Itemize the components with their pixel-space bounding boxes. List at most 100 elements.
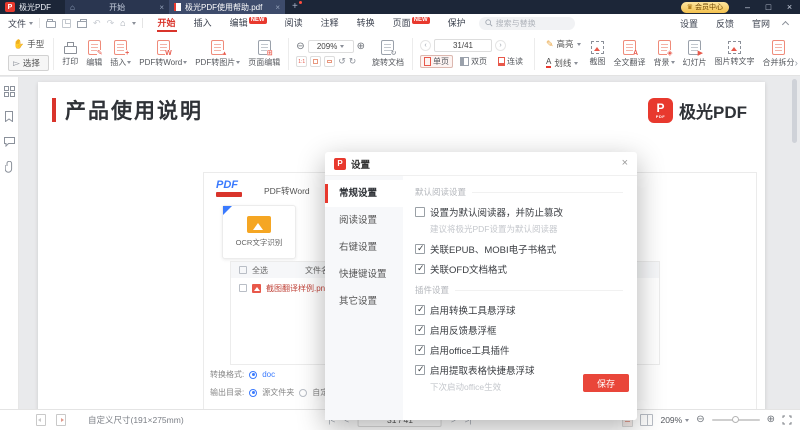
- checkbox-row[interactable]: 启用office工具插件: [415, 343, 623, 357]
- zoom-level-select[interactable]: 209%: [308, 40, 354, 53]
- checkbox-checked-icon[interactable]: [415, 365, 425, 375]
- menu-tab-edit[interactable]: 编辑NEW: [221, 14, 276, 32]
- checkbox-row[interactable]: 关联OFD文档格式: [415, 262, 623, 276]
- background-button[interactable]: ◈背景: [650, 40, 679, 68]
- menu-tab-protect[interactable]: 保护: [439, 14, 475, 32]
- save-icon[interactable]: [62, 19, 71, 28]
- dialog-nav-general[interactable]: 常规设置: [325, 180, 403, 207]
- view-mode-single[interactable]: 单页: [420, 55, 453, 68]
- next-page-icon[interactable]: ›: [495, 40, 506, 51]
- underline-button[interactable]: A划线: [541, 55, 586, 71]
- search-input[interactable]: 搜索与替换: [479, 17, 575, 30]
- prev-view-icon[interactable]: [36, 414, 46, 426]
- next-view-icon[interactable]: [56, 414, 66, 426]
- zoom-slider-thumb[interactable]: [732, 416, 739, 423]
- rotate-left-icon[interactable]: ↺: [338, 56, 346, 67]
- image-to-text-button[interactable]: 图片转文字: [711, 40, 759, 67]
- checkbox-checked-icon[interactable]: [415, 345, 425, 355]
- close-button[interactable]: ×: [779, 0, 800, 14]
- redo-icon[interactable]: ↷: [107, 18, 115, 29]
- tab-document[interactable]: 极光PDF使用帮助.pdf ×: [169, 0, 285, 14]
- checkbox-unchecked-icon[interactable]: [415, 207, 425, 217]
- tab-close-icon[interactable]: ×: [275, 3, 280, 12]
- maximize-button[interactable]: □: [758, 0, 779, 14]
- highlight-button[interactable]: ✎高亮: [541, 36, 586, 52]
- home-icon[interactable]: ⌂: [120, 18, 125, 28]
- menu-tab-convert[interactable]: 转换: [348, 14, 384, 32]
- page-edit-button[interactable]: ⊞页面编辑: [244, 40, 284, 68]
- view-mode-continuous[interactable]: 连读: [494, 55, 527, 68]
- attachment-icon[interactable]: [5, 161, 14, 173]
- select-tool-button[interactable]: ▻选择: [8, 55, 49, 71]
- tab-close-icon[interactable]: ×: [159, 3, 164, 12]
- zoom-slider[interactable]: [712, 419, 760, 421]
- pdf-to-word-button[interactable]: WPDF转Word: [135, 40, 191, 68]
- checkbox-checked-icon[interactable]: [415, 264, 425, 274]
- settings-menu-button[interactable]: 设置: [671, 17, 707, 30]
- menu-tab-page[interactable]: 页面NEW: [384, 14, 439, 32]
- converter-logo-sub: [216, 192, 242, 197]
- pdf-to-image-button[interactable]: ▴PDF转图片: [191, 40, 244, 68]
- bookmarks-icon[interactable]: [4, 111, 14, 122]
- edit-button[interactable]: ✎编辑: [82, 40, 106, 68]
- translate-button[interactable]: A全文翻译: [610, 40, 650, 68]
- minimize-button[interactable]: –: [737, 0, 758, 14]
- dialog-nav-reading[interactable]: 阅读设置: [325, 207, 403, 234]
- fullscreen-icon[interactable]: [782, 415, 792, 425]
- save-button[interactable]: 保存: [583, 374, 629, 392]
- checkbox-checked-icon[interactable]: [415, 305, 425, 315]
- open-file-icon[interactable]: [46, 21, 56, 28]
- menu-tab-insert[interactable]: 插入: [185, 14, 221, 32]
- print-icon[interactable]: [77, 21, 87, 28]
- vip-center-button[interactable]: ♛ 会员中心: [681, 2, 729, 13]
- website-menu-button[interactable]: 官网: [743, 17, 779, 30]
- dialog-close-icon[interactable]: ×: [622, 158, 628, 169]
- zoom-out-icon[interactable]: ⊖: [696, 415, 704, 425]
- hand-icon: ✋: [13, 39, 24, 50]
- vertical-scrollbar[interactable]: [792, 79, 797, 143]
- file-menu[interactable]: 文件: [8, 17, 33, 30]
- screenshot-button[interactable]: 截图: [586, 40, 610, 67]
- zoom-out-icon[interactable]: ⊖: [296, 42, 304, 52]
- dialog-nav-shortcuts[interactable]: 快捷键设置: [325, 261, 403, 288]
- feedback-menu-button[interactable]: 反馈: [707, 17, 743, 30]
- fit-page-button[interactable]: [310, 56, 321, 67]
- checkbox-checked-icon[interactable]: [415, 244, 425, 254]
- menu-tab-annotate[interactable]: 注释: [312, 14, 348, 32]
- checkbox-row[interactable]: 启用转换工具悬浮球: [415, 303, 623, 317]
- thumbnails-icon[interactable]: [4, 86, 15, 97]
- collapse-ribbon-icon[interactable]: [782, 20, 789, 27]
- checkbox-row[interactable]: 启用反馈悬浮框: [415, 323, 623, 337]
- hand-tool-button[interactable]: ✋手型: [8, 36, 49, 52]
- zoom-in-icon[interactable]: ⊕: [767, 415, 775, 425]
- print-button[interactable]: 打印: [58, 40, 82, 67]
- rotate-document-button[interactable]: ↻旋转文档: [368, 40, 408, 68]
- fit-width-button[interactable]: [324, 56, 335, 67]
- menu-tab-read[interactable]: 阅读: [276, 14, 312, 32]
- tab-home[interactable]: ⌂ 开始 ×: [65, 0, 169, 14]
- insert-button[interactable]: +插入: [106, 40, 135, 68]
- view-mode-double[interactable]: 双页: [456, 55, 491, 68]
- dialog-nav-other[interactable]: 其它设置: [325, 288, 403, 315]
- page-number-input[interactable]: 31/41: [434, 39, 492, 52]
- caret-down-icon[interactable]: [132, 22, 136, 25]
- new-tab-button[interactable]: +: [292, 2, 298, 12]
- checkbox-row[interactable]: 关联EPUB、MOBI电子书格式: [415, 242, 623, 256]
- checkbox-row[interactable]: 设置为默认阅读器，并防止篡改: [415, 205, 623, 219]
- rotate-right-icon[interactable]: ↻: [349, 56, 357, 67]
- highlighter-icon: ✎: [546, 39, 554, 50]
- undo-icon[interactable]: ↶: [93, 18, 101, 29]
- dialog-nav-rightclick[interactable]: 右键设置: [325, 234, 403, 261]
- actual-size-button[interactable]: 1:1: [296, 56, 307, 67]
- previous-page-icon[interactable]: ‹: [420, 40, 431, 51]
- comments-icon[interactable]: [4, 136, 15, 147]
- checkbox-checked-icon[interactable]: [415, 325, 425, 335]
- menu-tab-start[interactable]: 开始: [149, 14, 185, 32]
- book-view-icon[interactable]: [640, 414, 653, 426]
- cursor-icon: ▻: [13, 58, 20, 69]
- merge-split-button[interactable]: 合并拆分: [759, 40, 799, 68]
- slideshow-button[interactable]: ▶幻灯片: [679, 40, 711, 68]
- toolbar-more-icon[interactable]: ›: [795, 58, 798, 69]
- zoom-in-icon[interactable]: ⊕: [357, 42, 365, 52]
- zoom-level-select[interactable]: 209%: [660, 415, 689, 425]
